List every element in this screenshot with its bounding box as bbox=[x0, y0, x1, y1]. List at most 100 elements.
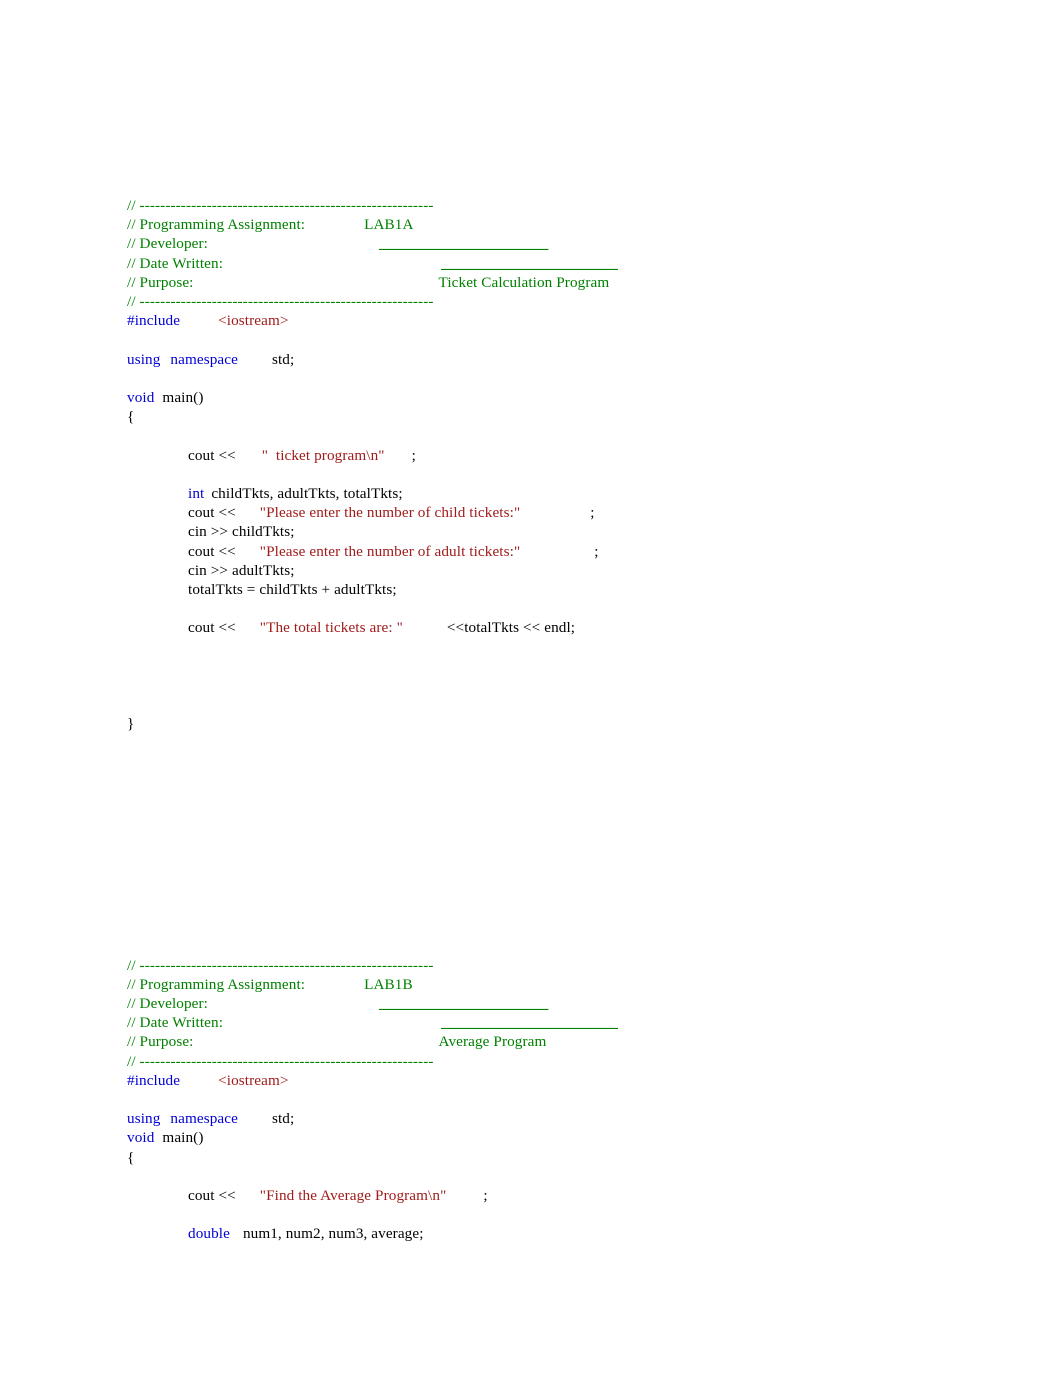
include-directive-line: #include <iostream> bbox=[127, 1071, 1027, 1090]
cout-operator: cout << bbox=[188, 542, 236, 560]
header-separator-top: // -------------------------------------… bbox=[127, 956, 434, 974]
void-keyword: void bbox=[127, 1129, 155, 1147]
close-brace-line: } bbox=[127, 715, 135, 733]
cout-total-tickets-line: cout << "The total tickets are: " <<totalT… bbox=[127, 618, 1027, 637]
void-keyword: void bbox=[127, 389, 155, 406]
header-rule-date-written: _______________________ bbox=[441, 254, 618, 272]
cin-adult-tickets-line: cin >> adultTkts; bbox=[127, 561, 1027, 580]
cout-string-literal: "Please enter the number of adult ticket… bbox=[259, 542, 521, 560]
include-header-file: <iostream> bbox=[218, 1071, 289, 1089]
header-row-purpose: // Purpose: Average Program bbox=[127, 1032, 1027, 1051]
listing-lab1b: // -------------------------------------… bbox=[127, 956, 1027, 1244]
statement-terminator: ; bbox=[594, 542, 599, 560]
header-separator-top: // -------------------------------------… bbox=[127, 197, 434, 214]
total-tickets-assignment-line: totalTkts = childTkts + adultTkts; bbox=[127, 580, 1027, 599]
namespace-keyword: namespace bbox=[170, 350, 238, 368]
cout-output-tail: <<totalTkts << endl; bbox=[446, 619, 576, 637]
header-label-purpose: // Purpose: bbox=[127, 273, 194, 291]
include-keyword: #include bbox=[127, 1071, 181, 1089]
main-signature-line: void main() bbox=[127, 1128, 1027, 1147]
using-namespace-line: using namespace std; bbox=[127, 350, 1027, 369]
open-brace-line: { bbox=[127, 408, 135, 426]
namespace-keyword: namespace bbox=[170, 1110, 238, 1128]
listing-lab1a: // -------------------------------------… bbox=[127, 196, 1027, 734]
cout-operator: cout << bbox=[188, 619, 236, 637]
cout-string-literal: "Find the Average Program\n" bbox=[259, 1186, 447, 1204]
cin-statement: cin >> childTkts; bbox=[188, 523, 295, 541]
header-row-developer: // Developer: ______________________ bbox=[127, 234, 1027, 253]
cin-statement: cin >> adultTkts; bbox=[188, 561, 295, 579]
cout-average-program-line: cout << "Find the Average Program\n"; bbox=[127, 1186, 1027, 1205]
header-label-date-written: // Date Written: bbox=[127, 254, 224, 272]
cout-string-literal: "The total tickets are: " bbox=[259, 619, 403, 637]
header-row-date-written: // Date Written: _______________________ bbox=[127, 1013, 1027, 1032]
int-declaration-line: int childTkts, adultTkts, totalTkts; bbox=[127, 484, 1027, 503]
header-row-assignment: // Programming Assignment: LAB1B bbox=[127, 975, 1027, 994]
main-signature-line: void main() bbox=[127, 388, 1027, 407]
header-separator-bottom: // -------------------------------------… bbox=[127, 1052, 434, 1070]
using-keyword: using bbox=[127, 1110, 161, 1128]
cout-child-tickets-line: cout << "Please enter the number of child… bbox=[127, 503, 1027, 522]
open-brace-line: { bbox=[127, 1148, 135, 1166]
statement-terminator: ; bbox=[590, 504, 595, 522]
header-value-purpose: Average Program bbox=[438, 1033, 547, 1051]
cout-operator: cout << bbox=[188, 1186, 236, 1204]
using-namespace-line: using namespace std; bbox=[127, 1109, 1027, 1128]
main-identifier: main() bbox=[162, 1129, 204, 1147]
namespace-name: std; bbox=[271, 1110, 295, 1128]
header-rule-developer: ______________________ bbox=[379, 994, 549, 1012]
header-label-purpose: // Purpose: bbox=[127, 1033, 194, 1051]
header-label-developer: // Developer: bbox=[127, 235, 209, 253]
double-variable-list: num1, num2, num3, average; bbox=[242, 1225, 424, 1243]
main-identifier: main() bbox=[162, 389, 204, 406]
header-separator-bottom: // -------------------------------------… bbox=[127, 293, 434, 311]
double-declaration-line: double num1, num2, num3, average; bbox=[127, 1224, 1027, 1243]
header-label-date-written: // Date Written: bbox=[127, 1014, 224, 1032]
header-rule-date-written: _______________________ bbox=[441, 1014, 618, 1032]
double-keyword: double bbox=[188, 1225, 230, 1243]
section-break-gap bbox=[127, 734, 1027, 956]
include-header-file: <iostream> bbox=[218, 312, 289, 330]
header-value-assignment: LAB1A bbox=[364, 216, 414, 234]
header-row-date-written: // Date Written: _______________________ bbox=[127, 254, 1027, 273]
assignment-statement: totalTkts = childTkts + adultTkts; bbox=[188, 581, 397, 598]
cout-ticket-program-line: cout << " ticket program\n"; bbox=[127, 446, 1027, 465]
int-variable-list: childTkts, adultTkts, totalTkts; bbox=[211, 484, 403, 502]
cout-string-literal: "Please enter the number of child ticket… bbox=[259, 504, 521, 522]
header-label-developer: // Developer: bbox=[127, 994, 209, 1012]
namespace-name: std; bbox=[271, 350, 295, 368]
code-listing-body: // -------------------------------------… bbox=[127, 196, 1027, 1244]
header-row-purpose: // Purpose: Ticket Calculation Program bbox=[127, 273, 1027, 292]
include-keyword: #include bbox=[127, 312, 181, 330]
header-rule-developer: ______________________ bbox=[379, 235, 549, 253]
statement-terminator: ; bbox=[483, 1186, 488, 1204]
statement-terminator: ; bbox=[411, 446, 416, 464]
header-row-developer: // Developer: ______________________ bbox=[127, 994, 1027, 1013]
header-value-purpose: Ticket Calculation Program bbox=[438, 273, 610, 291]
cout-adult-tickets-line: cout << "Please enter the number of adult… bbox=[127, 542, 1027, 561]
header-label-assignment: // Programming Assignment: bbox=[127, 975, 306, 993]
cout-operator: cout << bbox=[188, 504, 236, 522]
int-keyword: int bbox=[188, 484, 205, 502]
header-label-assignment: // Programming Assignment: bbox=[127, 216, 306, 234]
include-directive-line: #include <iostream> bbox=[127, 311, 1027, 330]
using-keyword: using bbox=[127, 350, 161, 368]
cout-string-literal: " ticket program\n" bbox=[261, 446, 385, 464]
document-page: // -------------------------------------… bbox=[0, 0, 1062, 1377]
header-value-assignment: LAB1B bbox=[364, 975, 413, 993]
cout-operator: cout << bbox=[188, 446, 236, 464]
header-row-assignment: // Programming Assignment: LAB1A bbox=[127, 215, 1027, 234]
cin-child-tickets-line: cin >> childTkts; bbox=[127, 522, 1027, 541]
